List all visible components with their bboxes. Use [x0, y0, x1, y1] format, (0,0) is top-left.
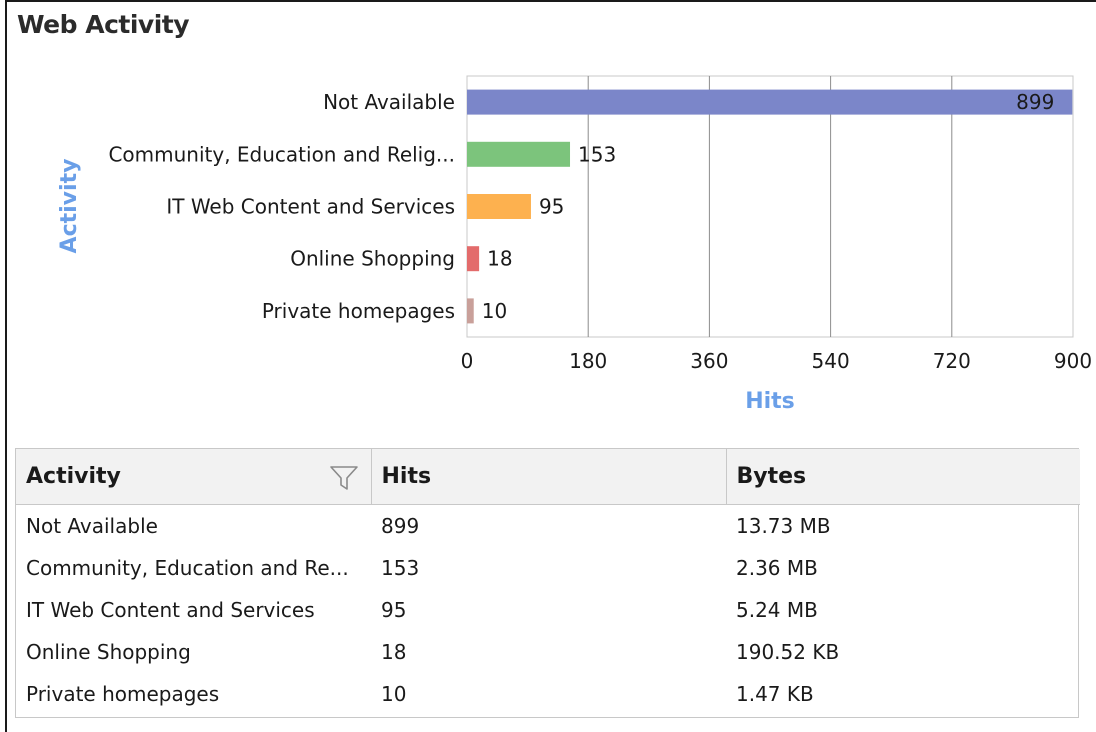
x-tick-label: 900 — [1054, 349, 1092, 373]
cell-activity: Community, Education and Re... — [26, 556, 349, 580]
cell-hits: 95 — [381, 598, 407, 622]
y-category-label: Private homepages — [262, 299, 455, 323]
cell-activity: Private homepages — [26, 682, 220, 706]
x-tick-label: 180 — [569, 349, 607, 373]
column-header-label: Activity — [26, 464, 121, 489]
bar — [467, 194, 531, 219]
x-tick-label: 720 — [933, 349, 971, 373]
data-label: 10 — [482, 299, 507, 323]
table-row[interactable]: IT Web Content and Services 95 5.24 MB — [16, 589, 1080, 631]
cell-activity: Not Available — [26, 514, 158, 538]
cell-bytes: 1.47 KB — [736, 682, 814, 706]
column-header-hits[interactable]: Hits — [371, 449, 727, 505]
cell-activity: Online Shopping — [26, 640, 191, 664]
funnel-icon[interactable] — [329, 465, 359, 491]
cell-hits: 10 — [381, 682, 407, 706]
cell-bytes: 13.73 MB — [736, 514, 831, 538]
cell-hits: 18 — [381, 640, 407, 664]
y-axis-title: Activity — [57, 159, 82, 254]
bar-chart: 0 180 360 540 720 900 Not Available 899 Communit… — [57, 75, 1092, 414]
x-tick-label: 0 — [461, 349, 474, 373]
activity-table: Activity Hits Bytes Not Available 899 13… — [15, 448, 1080, 718]
data-label: 153 — [578, 142, 616, 166]
table-row[interactable]: Community, Education and Re... 153 2.36 … — [16, 547, 1080, 589]
bar — [467, 141, 571, 167]
column-header-label: Hits — [381, 464, 432, 489]
column-header-bytes[interactable]: Bytes — [726, 449, 1080, 505]
cell-activity: IT Web Content and Services — [26, 598, 315, 622]
table-row[interactable]: Private homepages 10 1.47 KB — [16, 673, 1080, 715]
data-label: 95 — [539, 195, 564, 219]
table-header-row: Activity Hits Bytes — [16, 449, 1080, 505]
x-axis-title: Hits — [745, 389, 795, 414]
x-tick-label: 360 — [690, 349, 728, 373]
bar — [467, 298, 474, 324]
y-category-label: Community, Education and Relig... — [108, 142, 455, 166]
column-header-label: Bytes — [736, 464, 807, 489]
bar — [467, 89, 1073, 115]
y-category-label: Online Shopping — [290, 247, 455, 271]
table-row[interactable]: Not Available 899 13.73 MB — [16, 505, 1080, 548]
cell-hits: 153 — [381, 556, 420, 580]
column-header-activity[interactable]: Activity — [16, 449, 372, 505]
cell-bytes: 2.36 MB — [736, 556, 818, 580]
y-category-label: Not Available — [323, 90, 455, 114]
cell-bytes: 5.24 MB — [736, 598, 818, 622]
x-tick-label: 540 — [812, 349, 850, 373]
table-row[interactable]: Online Shopping 18 190.52 KB — [16, 631, 1080, 673]
y-category-label: IT Web Content and Services — [166, 195, 455, 219]
bar — [467, 246, 480, 272]
cell-bytes: 190.52 KB — [736, 640, 840, 664]
data-label: 899 — [1016, 90, 1054, 114]
data-label: 18 — [487, 247, 512, 271]
cell-hits: 899 — [381, 514, 420, 538]
